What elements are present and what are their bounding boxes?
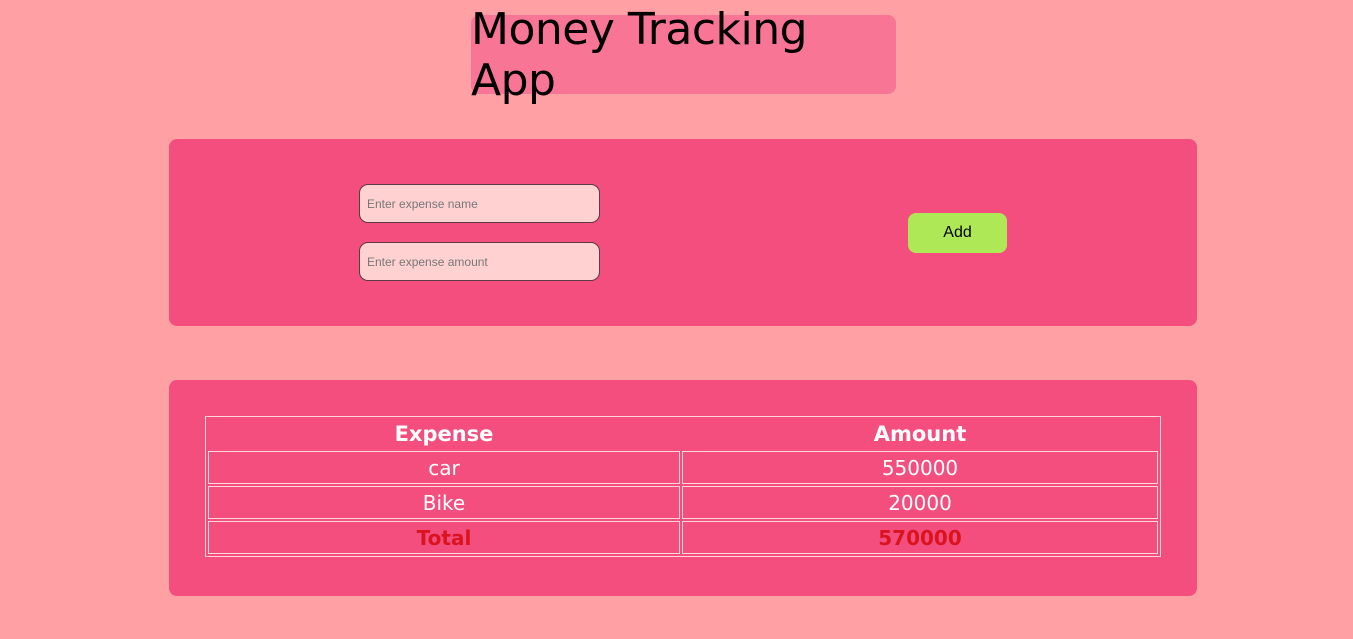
expense-cell: car [208, 451, 680, 484]
expense-column-header: Expense [394, 422, 494, 446]
table-row: car 550000 [208, 451, 1158, 484]
table-row: Bike 20000 [208, 486, 1158, 519]
total-amount: 570000 [682, 521, 1158, 554]
page-title: Money Tracking App [471, 3, 808, 106]
expense-amount-input[interactable] [359, 242, 600, 281]
expense-cell: Bike [208, 486, 680, 519]
amount-column-header: Amount [873, 422, 967, 446]
total-label: Total [208, 521, 680, 554]
expense-table-panel: Expense Amount car 550000 Bike 20000 Tot… [169, 380, 1197, 596]
add-button[interactable]: Add [908, 213, 1007, 253]
total-row: Total 570000 [208, 521, 1158, 554]
table-header-row: Expense Amount [208, 419, 1158, 449]
expense-table: Expense Amount car 550000 Bike 20000 Tot… [205, 416, 1161, 557]
title-banner: Money Tracking App [471, 4, 896, 106]
expense-name-input[interactable] [359, 184, 600, 223]
amount-cell: 550000 [682, 451, 1158, 484]
amount-cell: 20000 [682, 486, 1158, 519]
expense-form-panel: Add [169, 139, 1197, 326]
